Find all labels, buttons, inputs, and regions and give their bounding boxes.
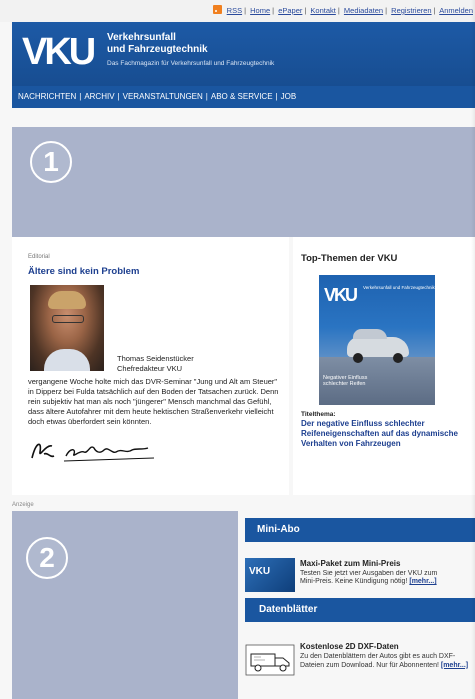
magazine-title-line1: Verkehrsunfall <box>107 32 176 43</box>
nav-nachrichten[interactable]: NACHRICHTEN <box>18 92 76 101</box>
editorial-body: vergangene Woche holte mich das DVR-Semi… <box>28 377 279 426</box>
toplink-kontakt[interactable]: Kontakt <box>310 6 335 15</box>
author-name: Thomas Seidenstücker <box>117 354 194 363</box>
slot-number-1: 1 <box>30 141 72 183</box>
top-themen-section: Top-Themen der VKU VKU Verkehrsunfall un… <box>293 237 475 495</box>
site-logo[interactable]: VKU <box>22 32 96 72</box>
editorial-title[interactable]: Ältere sind kein Problem <box>28 266 139 277</box>
editorial-category: Editorial <box>28 254 50 260</box>
truck-drawing-icon <box>245 644 295 676</box>
titelthema-label: Titelthema: <box>301 411 336 418</box>
titelthema-link[interactable]: Der negative Einfluss schlechter Reifene… <box>301 419 471 449</box>
toplink-mediadaten[interactable]: Mediadaten <box>344 6 383 15</box>
ad-slot-1[interactable]: 1 <box>12 127 475 237</box>
author-info: Thomas Seidenstücker Chefredakteur VKU <box>117 354 194 374</box>
main-nav: NACHRICHTEN | ARCHIV | VERANSTALTUNGEN | ABO &… <box>12 86 475 108</box>
nav-abo-service[interactable]: ABO & SERVICE <box>211 92 273 101</box>
nav-veranstaltungen[interactable]: VERANSTALTUNGEN <box>123 92 203 101</box>
toplink-anmelden[interactable]: Anmelden <box>439 6 473 15</box>
mini-abo-title[interactable]: Maxi-Paket zum Mini-Preis <box>300 559 400 568</box>
top-links: RSS | Home | ePaper | Kontakt | Mediadaten | … <box>212 5 473 15</box>
toplink-registrieren[interactable]: Registrieren <box>391 6 431 15</box>
rss-icon[interactable] <box>212 5 222 14</box>
ad-slot-2[interactable]: 2 <box>12 511 238 699</box>
magazine-subtitle: Das Fachmagazin für Verkehrsunfall und F… <box>107 60 275 67</box>
mini-abo-text-line1: Testen Sie jetzt vier Ausgaben der VKU z… <box>300 570 438 577</box>
edge-shadow <box>471 0 475 699</box>
editorial-section: Editorial Ältere sind kein Problem Thoma… <box>12 237 289 495</box>
author-role: Chefredakteur VKU <box>117 364 183 373</box>
slot-number-2: 2 <box>26 537 68 579</box>
dxf-more-link[interactable]: [mehr...] <box>441 662 468 669</box>
magazine-title: Verkehrsunfall und Fahrzeugtechnik <box>107 32 208 56</box>
magazine-title-line2: und Fahrzeugtechnik <box>107 44 208 55</box>
nav-job[interactable]: JOB <box>281 92 297 101</box>
nav-archiv[interactable]: ARCHIV <box>84 92 114 101</box>
datenblaetter-heading[interactable]: Datenblätter <box>245 598 475 622</box>
page-frame: RSS | Home | ePaper | Kontakt | Mediadaten | … <box>0 0 475 699</box>
magazine-cover[interactable]: VKU Verkehrsunfall und Fahrzeugtechnik N… <box>319 275 435 405</box>
mini-abo-heading[interactable]: Mini-Abo <box>245 518 475 542</box>
cover-title: Verkehrsunfall und Fahrzeugtechnik <box>363 285 435 290</box>
site-header: VKU Verkehrsunfall und Fahrzeugtechnik D… <box>12 22 475 86</box>
author-photo <box>30 285 104 371</box>
cover-logo: VKU <box>324 285 358 305</box>
toplink-epaper[interactable]: ePaper <box>278 6 302 15</box>
anzeige-label: Anzeige <box>12 502 34 508</box>
dxf-text-body: Zu den Datenblättern der Autos gibt es a… <box>300 653 456 669</box>
dxf-text: Zu den Datenblättern der Autos gibt es a… <box>300 653 475 670</box>
dxf-title[interactable]: Kostenlose 2D DXF-Daten <box>300 642 399 651</box>
mini-abo-text: Testen Sie jetzt vier Ausgaben der VKU z… <box>300 570 475 586</box>
mini-abo-text-line2: Mini-Preis. Keine Kündigung nötig! <box>300 578 408 585</box>
mini-abo-more-link[interactable]: [mehr...] <box>409 578 436 585</box>
top-themen-heading: Top-Themen der VKU <box>301 253 398 264</box>
top-bar: RSS | Home | ePaper | Kontakt | Mediadaten | … <box>0 0 475 22</box>
cover-text: Negativer Einfluss schlechter Reifen <box>323 375 368 387</box>
toplink-home[interactable]: Home <box>250 6 270 15</box>
mini-abo-thumbnail[interactable] <box>245 558 295 592</box>
signature-icon <box>31 443 155 462</box>
toplink-rss[interactable]: RSS <box>227 6 242 15</box>
